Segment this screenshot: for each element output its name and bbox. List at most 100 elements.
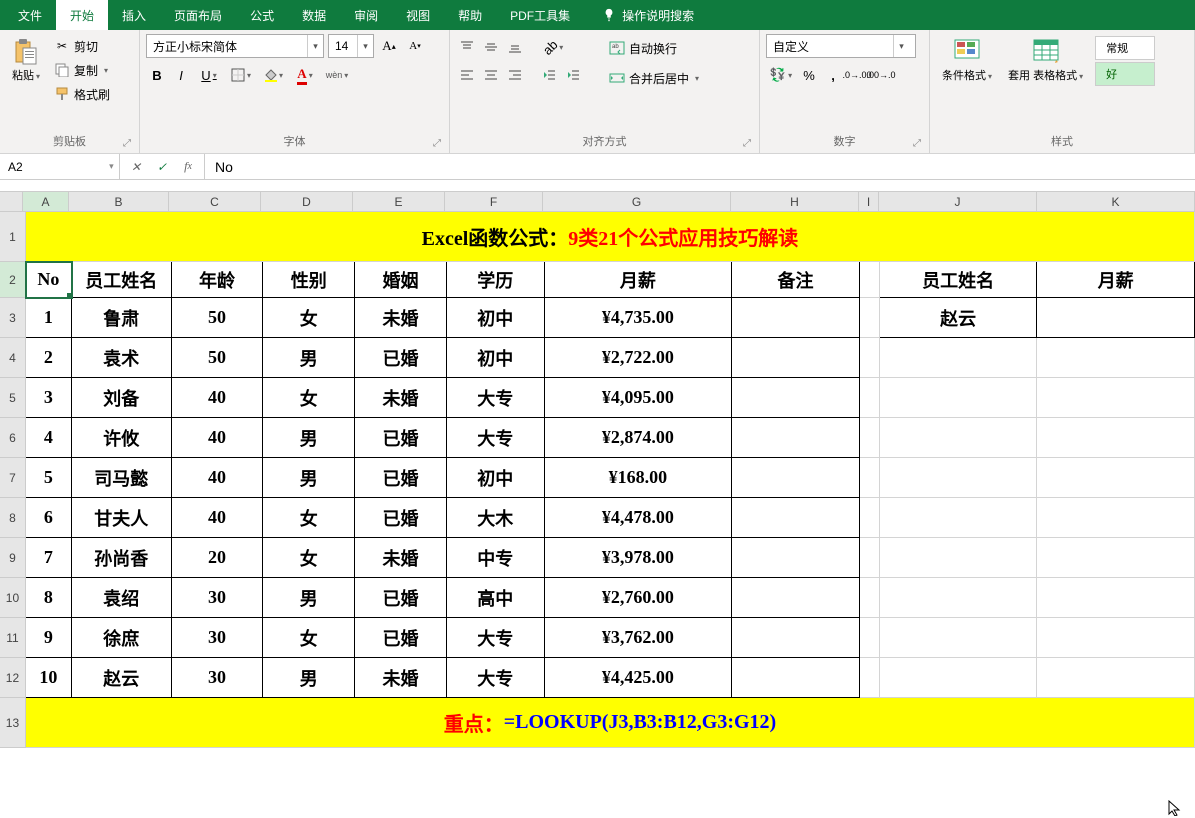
outdent-button[interactable]: [538, 64, 560, 86]
title-cell[interactable]: Excel函数公式：9类21个公式应用技巧解读: [26, 212, 1195, 262]
data-cell[interactable]: [732, 618, 860, 658]
header-cell[interactable]: 员工姓名: [880, 262, 1038, 298]
tab-view[interactable]: 视图: [392, 0, 444, 30]
font-color-button[interactable]: A▾: [290, 64, 320, 86]
tab-review[interactable]: 审阅: [340, 0, 392, 30]
data-cell[interactable]: ¥3,978.00: [545, 538, 733, 578]
data-cell[interactable]: 已婚: [355, 418, 447, 458]
data-cell[interactable]: 7: [26, 538, 72, 578]
fill-color-button[interactable]: ▾: [258, 64, 288, 86]
gap-cell[interactable]: [860, 618, 880, 658]
empty-cell[interactable]: [880, 498, 1038, 538]
data-cell[interactable]: 40: [172, 418, 264, 458]
data-cell[interactable]: ¥3,762.00: [545, 618, 733, 658]
gap-cell[interactable]: [860, 578, 880, 618]
data-cell[interactable]: 司马懿: [72, 458, 172, 498]
col-header-I[interactable]: I: [859, 192, 879, 211]
data-cell[interactable]: 初中: [447, 298, 545, 338]
empty-cell[interactable]: [880, 378, 1038, 418]
name-box[interactable]: ▾: [0, 154, 120, 179]
style-normal[interactable]: 常规: [1095, 36, 1155, 60]
tab-insert[interactable]: 插入: [108, 0, 160, 30]
phonetic-button[interactable]: wèn▾: [322, 64, 352, 86]
gap-cell[interactable]: [860, 458, 880, 498]
number-format-combo[interactable]: ▾: [766, 34, 916, 58]
data-cell[interactable]: 初中: [447, 338, 545, 378]
header-cell[interactable]: 月薪: [1037, 262, 1195, 298]
wrap-text-button[interactable]: ab自动换行: [605, 36, 703, 60]
col-header-G[interactable]: G: [543, 192, 731, 211]
chevron-down-icon[interactable]: ▾: [104, 161, 119, 172]
data-cell[interactable]: 8: [26, 578, 72, 618]
border-button[interactable]: ▾: [226, 64, 256, 86]
data-cell[interactable]: 袁绍: [72, 578, 172, 618]
merge-center-button[interactable]: 合并后居中▾: [605, 66, 703, 90]
align-middle-button[interactable]: [480, 36, 502, 58]
chevron-down-icon[interactable]: ▾: [307, 35, 323, 57]
data-cell[interactable]: [732, 658, 860, 698]
col-header-C[interactable]: C: [169, 192, 261, 211]
data-cell[interactable]: 未婚: [355, 538, 447, 578]
data-cell[interactable]: 男: [263, 418, 355, 458]
grow-font-button[interactable]: A▴: [378, 35, 400, 57]
data-cell[interactable]: 甘夫人: [72, 498, 172, 538]
empty-cell[interactable]: [1037, 418, 1195, 458]
font-size-combo[interactable]: ▾: [328, 34, 374, 58]
data-cell[interactable]: [732, 458, 860, 498]
col-header-F[interactable]: F: [445, 192, 543, 211]
data-cell[interactable]: 已婚: [355, 498, 447, 538]
tell-me-search[interactable]: 操作说明搜索: [602, 0, 694, 30]
shrink-font-button[interactable]: A▾: [404, 35, 426, 57]
data-cell[interactable]: 赵云: [72, 658, 172, 698]
data-cell[interactable]: 大专: [447, 618, 545, 658]
italic-button[interactable]: I: [170, 64, 192, 86]
align-launcher[interactable]: ⤢: [743, 138, 751, 149]
data-cell[interactable]: 5: [26, 458, 72, 498]
tab-page-layout[interactable]: 页面布局: [160, 0, 236, 30]
row-header[interactable]: 11: [0, 618, 26, 658]
empty-cell[interactable]: [1037, 378, 1195, 418]
format-as-table-button[interactable]: 套用 表格格式▾: [1002, 34, 1089, 87]
enter-formula-button[interactable]: ✓: [150, 156, 174, 178]
tab-data[interactable]: 数据: [288, 0, 340, 30]
data-cell[interactable]: ¥2,760.00: [545, 578, 733, 618]
header-cell[interactable]: 员工姓名: [72, 262, 172, 298]
tab-home[interactable]: 开始: [56, 0, 108, 30]
data-cell[interactable]: 4: [26, 418, 72, 458]
font-name-combo[interactable]: ▾: [146, 34, 324, 58]
align-top-button[interactable]: [456, 36, 478, 58]
cell-styles-gallery[interactable]: 常规 好: [1093, 34, 1157, 88]
col-header-B[interactable]: B: [69, 192, 169, 211]
data-cell[interactable]: ¥4,478.00: [545, 498, 733, 538]
cut-button[interactable]: ✂剪切: [50, 34, 114, 58]
col-header-J[interactable]: J: [879, 192, 1037, 211]
data-cell[interactable]: 大专: [447, 418, 545, 458]
row-header[interactable]: 5: [0, 378, 26, 418]
col-header-K[interactable]: K: [1037, 192, 1195, 211]
data-cell[interactable]: [732, 338, 860, 378]
data-cell[interactable]: 刘备: [72, 378, 172, 418]
data-cell[interactable]: 孙尚香: [72, 538, 172, 578]
data-cell[interactable]: ¥2,722.00: [545, 338, 733, 378]
empty-cell[interactable]: [1037, 338, 1195, 378]
gap-cell[interactable]: [860, 538, 880, 578]
select-all-corner[interactable]: [0, 192, 23, 211]
row-header[interactable]: 2: [0, 262, 26, 298]
align-right-button[interactable]: [504, 64, 526, 86]
data-cell[interactable]: 大木: [447, 498, 545, 538]
gap-cell[interactable]: [860, 338, 880, 378]
header-cell[interactable]: 月薪: [545, 262, 733, 298]
data-cell[interactable]: 40: [172, 458, 264, 498]
formula-note-cell[interactable]: 重点： =LOOKUP(J3,B3:B12,G3:G12): [26, 698, 1195, 748]
data-cell[interactable]: 30: [172, 658, 264, 698]
gap-cell[interactable]: [860, 498, 880, 538]
data-cell[interactable]: 20: [172, 538, 264, 578]
data-cell[interactable]: 6: [26, 498, 72, 538]
spreadsheet-grid[interactable]: ABCDEFGHIJK 1Excel函数公式：9类21个公式应用技巧解读2No员…: [0, 192, 1195, 748]
underline-button[interactable]: U▾: [194, 64, 224, 86]
data-cell[interactable]: 初中: [447, 458, 545, 498]
row-header[interactable]: 1: [0, 212, 26, 262]
row-header[interactable]: 13: [0, 698, 26, 748]
data-cell[interactable]: ¥4,095.00: [545, 378, 733, 418]
style-good[interactable]: 好: [1095, 62, 1155, 86]
